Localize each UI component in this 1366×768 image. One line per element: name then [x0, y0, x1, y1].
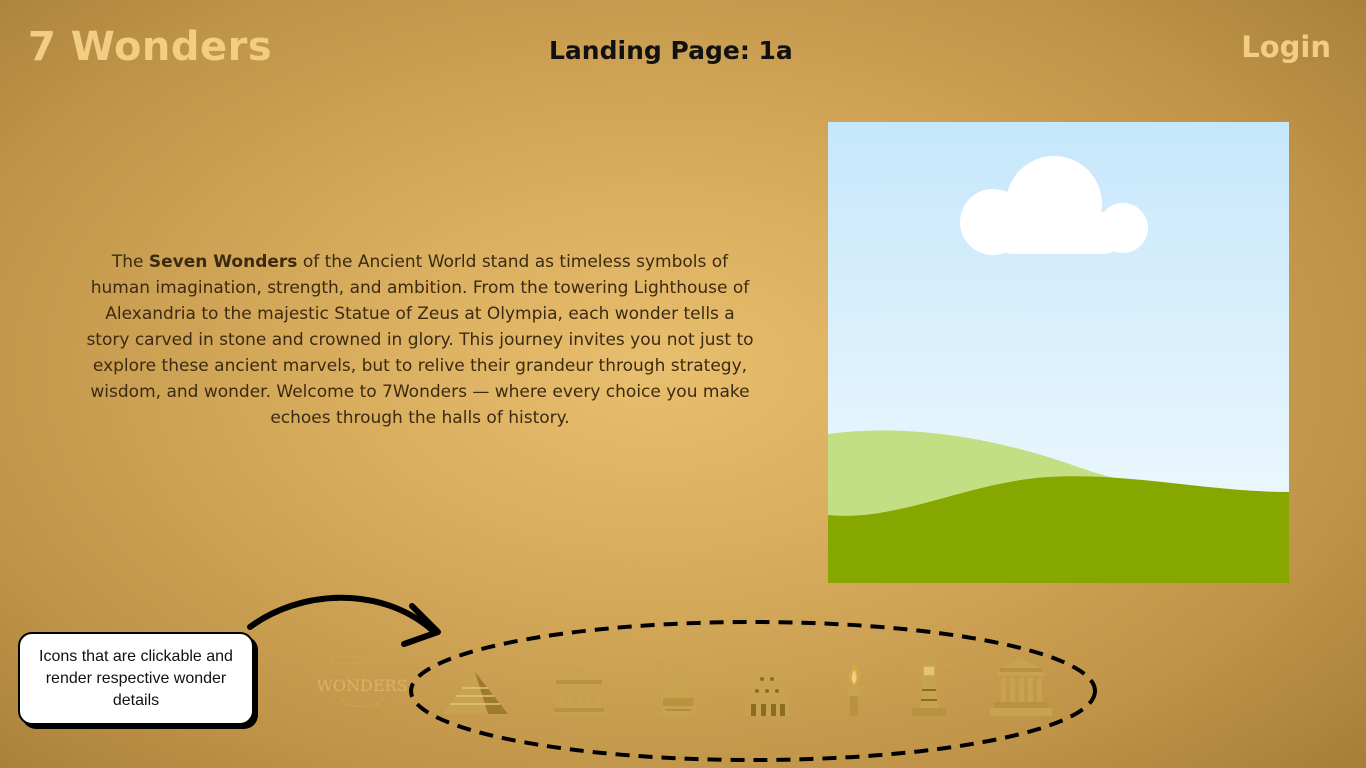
intro-text-rest: of the Ancient World stand as timeless s… — [86, 252, 754, 428]
landscape-illustration — [828, 122, 1289, 583]
torch-icon[interactable] — [840, 662, 868, 718]
pyramid-icon[interactable] — [440, 668, 510, 718]
temple-icon[interactable] — [552, 664, 606, 718]
intro-paragraph: The Seven Wonders of the Ancient World s… — [84, 249, 756, 431]
page-title: Landing Page: 1a — [549, 36, 793, 65]
login-link[interactable]: Login — [1241, 30, 1331, 64]
lighthouse-icon[interactable] — [906, 656, 952, 718]
icons-callout-note: Icons that are clickable and render resp… — [18, 632, 254, 725]
hero-image-placeholder — [828, 122, 1289, 583]
mausoleum-icon[interactable] — [990, 656, 1052, 718]
seven-wonders-logo[interactable]: 7 WONDERS — [316, 655, 408, 715]
arrowhead-icon — [401, 603, 441, 647]
hanging-gardens-icon[interactable] — [743, 660, 791, 718]
curved-arrow — [247, 594, 435, 633]
svg-text:WONDERS: WONDERS — [318, 676, 406, 695]
statue-of-zeus-icon[interactable] — [655, 660, 697, 718]
brand-logo-text[interactable]: 7 Wonders — [28, 24, 272, 70]
intro-highlight: Seven Wonders — [148, 252, 298, 272]
intro-text-start: The — [111, 252, 149, 272]
